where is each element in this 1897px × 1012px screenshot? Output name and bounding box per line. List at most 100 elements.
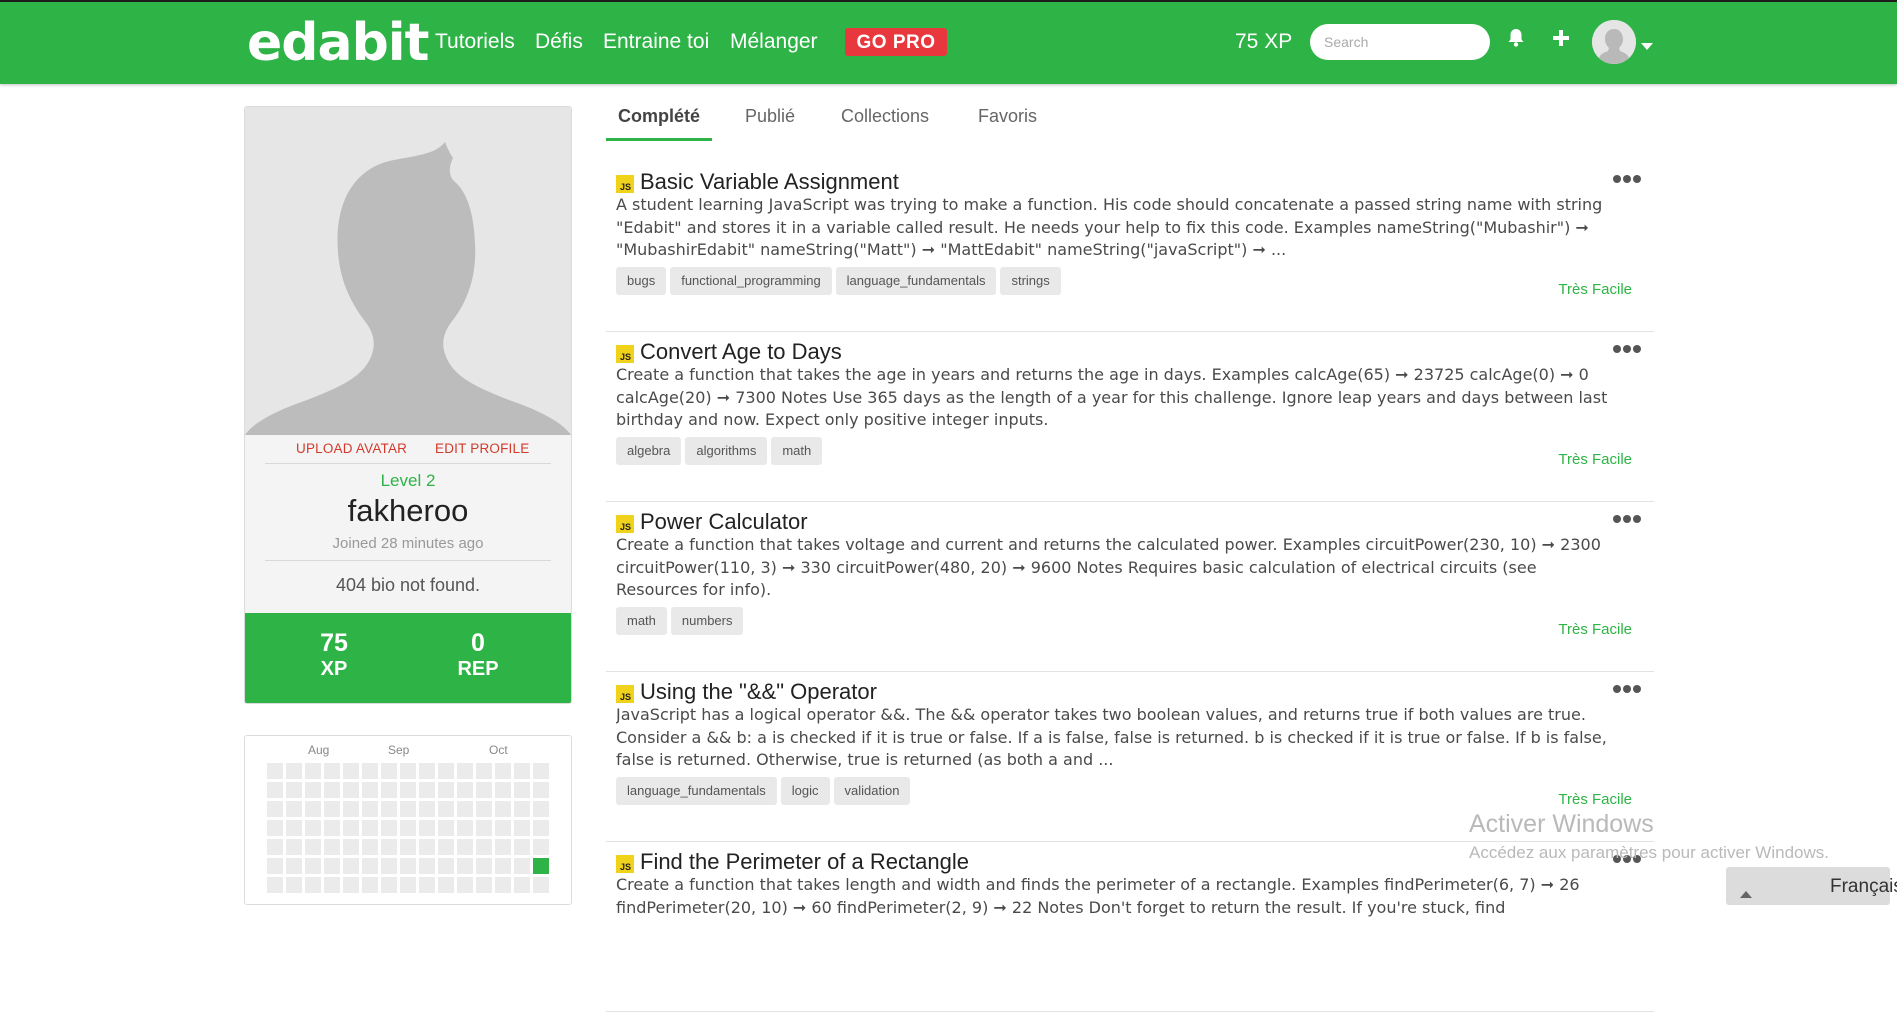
profile-avatar — [245, 107, 571, 435]
calendar-day-cell — [324, 801, 340, 817]
calendar-day-cell — [400, 820, 416, 836]
tag[interactable]: numbers — [670, 607, 744, 635]
calendar-day-cell — [419, 877, 435, 893]
calendar-day-cell — [514, 820, 530, 836]
brand-logo[interactable]: edabit — [247, 13, 429, 73]
challenge-title[interactable]: Basic Variable Assignment — [640, 169, 899, 195]
calendar-day-cell — [533, 858, 549, 874]
javascript-icon: JS — [616, 345, 634, 363]
calendar-day-cell — [343, 801, 359, 817]
challenge-title[interactable]: Power Calculator — [640, 509, 808, 535]
calendar-day-cell — [362, 782, 378, 798]
nav-link-defis[interactable]: Défis — [535, 30, 583, 54]
calendar-day-cell — [267, 820, 283, 836]
calendar-day-cell — [438, 763, 454, 779]
challenge-card[interactable]: JS Power Calculator Create a function that… — [606, 501, 1654, 672]
tag[interactable]: math — [616, 607, 667, 635]
calendar-day-cell — [267, 763, 283, 779]
challenge-card[interactable]: JS Convert Age to Days Create a function t… — [606, 331, 1654, 502]
calendar-day-cell — [514, 839, 530, 855]
calendar-day-cell — [286, 763, 302, 779]
avatar[interactable] — [1592, 20, 1636, 64]
tab-collections[interactable]: Collections — [841, 106, 929, 127]
calendar-day-cell — [495, 820, 511, 836]
calendar-day-cell — [286, 820, 302, 836]
calendar-day-cell — [476, 763, 492, 779]
challenge-title[interactable]: Using the "&&" Operator — [640, 679, 877, 705]
go-pro-button[interactable]: GO PRO — [845, 28, 947, 56]
calendar-day-cell — [400, 877, 416, 893]
more-options-icon[interactable] — [1612, 341, 1642, 359]
calendar-day-cell — [305, 782, 321, 798]
month-label: Aug — [308, 743, 330, 757]
calendar-day-cell — [343, 820, 359, 836]
calendar-day-cell — [514, 801, 530, 817]
calendar-day-cell — [495, 877, 511, 893]
month-label: Oct — [489, 743, 508, 757]
challenge-description: Create a function that takes the age in … — [616, 365, 1608, 429]
tag[interactable]: validation — [833, 777, 911, 805]
user-level: Level 2 — [380, 471, 436, 490]
tag[interactable]: strings — [1000, 267, 1061, 295]
xp-stat: 75 XP — [274, 629, 394, 681]
tab-complete[interactable]: Complété — [618, 106, 700, 127]
calendar-day-cell — [305, 858, 321, 874]
tag[interactable]: functional_programming — [670, 267, 832, 295]
xp-label: XP — [320, 658, 348, 680]
calendar-day-cell — [381, 782, 397, 798]
challenge-description: JavaScript has a logical operator &&. Th… — [616, 705, 1607, 769]
challenge-description: Create a function that takes length and … — [616, 875, 1580, 917]
calendar-day-cell — [495, 839, 511, 855]
calendar-day-cell — [324, 858, 340, 874]
caret-down-icon[interactable] — [1641, 38, 1653, 56]
caret-up-icon — [1740, 882, 1752, 904]
calendar-day-cell — [324, 820, 340, 836]
tag[interactable]: algorithms — [685, 437, 768, 465]
divider — [265, 463, 551, 464]
challenge-title[interactable]: Convert Age to Days — [640, 339, 842, 365]
profile-card: UPLOAD AVATAR EDIT PROFILE Level 2 fakhe… — [244, 106, 572, 704]
tab-publie[interactable]: Publié — [745, 106, 795, 127]
language-label: Français — [1830, 876, 1897, 897]
tag-list: bugs functional_programming language_funda… — [616, 267, 1065, 295]
more-options-icon[interactable] — [1612, 511, 1642, 529]
upload-avatar-link[interactable]: UPLOAD AVATAR — [296, 441, 407, 456]
calendar-day-cell — [457, 858, 473, 874]
tag[interactable]: math — [771, 437, 823, 465]
watermark-subtitle: Accédez aux paramètres pour activer Wind… — [1469, 843, 1829, 862]
tag[interactable]: language_fundamentals — [835, 267, 997, 295]
more-options-icon[interactable] — [1612, 171, 1642, 189]
plus-icon[interactable] — [1552, 28, 1570, 53]
language-selector[interactable]: Français — [1726, 867, 1897, 905]
tag[interactable]: algebra — [616, 437, 682, 465]
nav-link-tutoriels[interactable]: Tutoriels — [435, 30, 515, 54]
challenge-card[interactable]: JS Find the Perimeter of a Rectangle Creat… — [606, 841, 1654, 1012]
calendar-day-cell — [476, 801, 492, 817]
challenge-card[interactable]: JS Basic Variable Assignment A student lea… — [606, 161, 1654, 332]
bell-icon[interactable] — [1507, 28, 1525, 53]
calendar-day-cell — [400, 839, 416, 855]
calendar-day-cell — [419, 782, 435, 798]
search-input[interactable] — [1310, 24, 1490, 60]
windows-activation-watermark: Activer Windows Accédez aux paramètres p… — [1469, 810, 1829, 863]
more-options-icon[interactable] — [1612, 681, 1642, 699]
tag[interactable]: bugs — [616, 267, 667, 295]
calendar-day-cell — [381, 801, 397, 817]
calendar-day-cell — [381, 820, 397, 836]
calendar-day-cell — [533, 839, 549, 855]
xp-counter: 75 XP — [1235, 30, 1293, 53]
nav-link-melanger[interactable]: Mélanger — [730, 30, 818, 54]
calendar-day-cell — [438, 839, 454, 855]
edit-profile-link[interactable]: EDIT PROFILE — [435, 441, 529, 456]
calendar-day-cell — [343, 839, 359, 855]
javascript-icon: JS — [616, 515, 634, 533]
nav-link-entraine-toi[interactable]: Entraine toi — [603, 30, 709, 54]
tag[interactable]: logic — [780, 777, 830, 805]
tab-favoris[interactable]: Favoris — [978, 106, 1037, 127]
challenge-title[interactable]: Find the Perimeter of a Rectangle — [640, 849, 969, 875]
tag[interactable]: language_fundamentals — [616, 777, 777, 805]
calendar-day-cell — [362, 820, 378, 836]
calendar-day-cell — [381, 858, 397, 874]
navbar-top-border — [0, 0, 1897, 2]
calendar-day-cell — [533, 820, 549, 836]
